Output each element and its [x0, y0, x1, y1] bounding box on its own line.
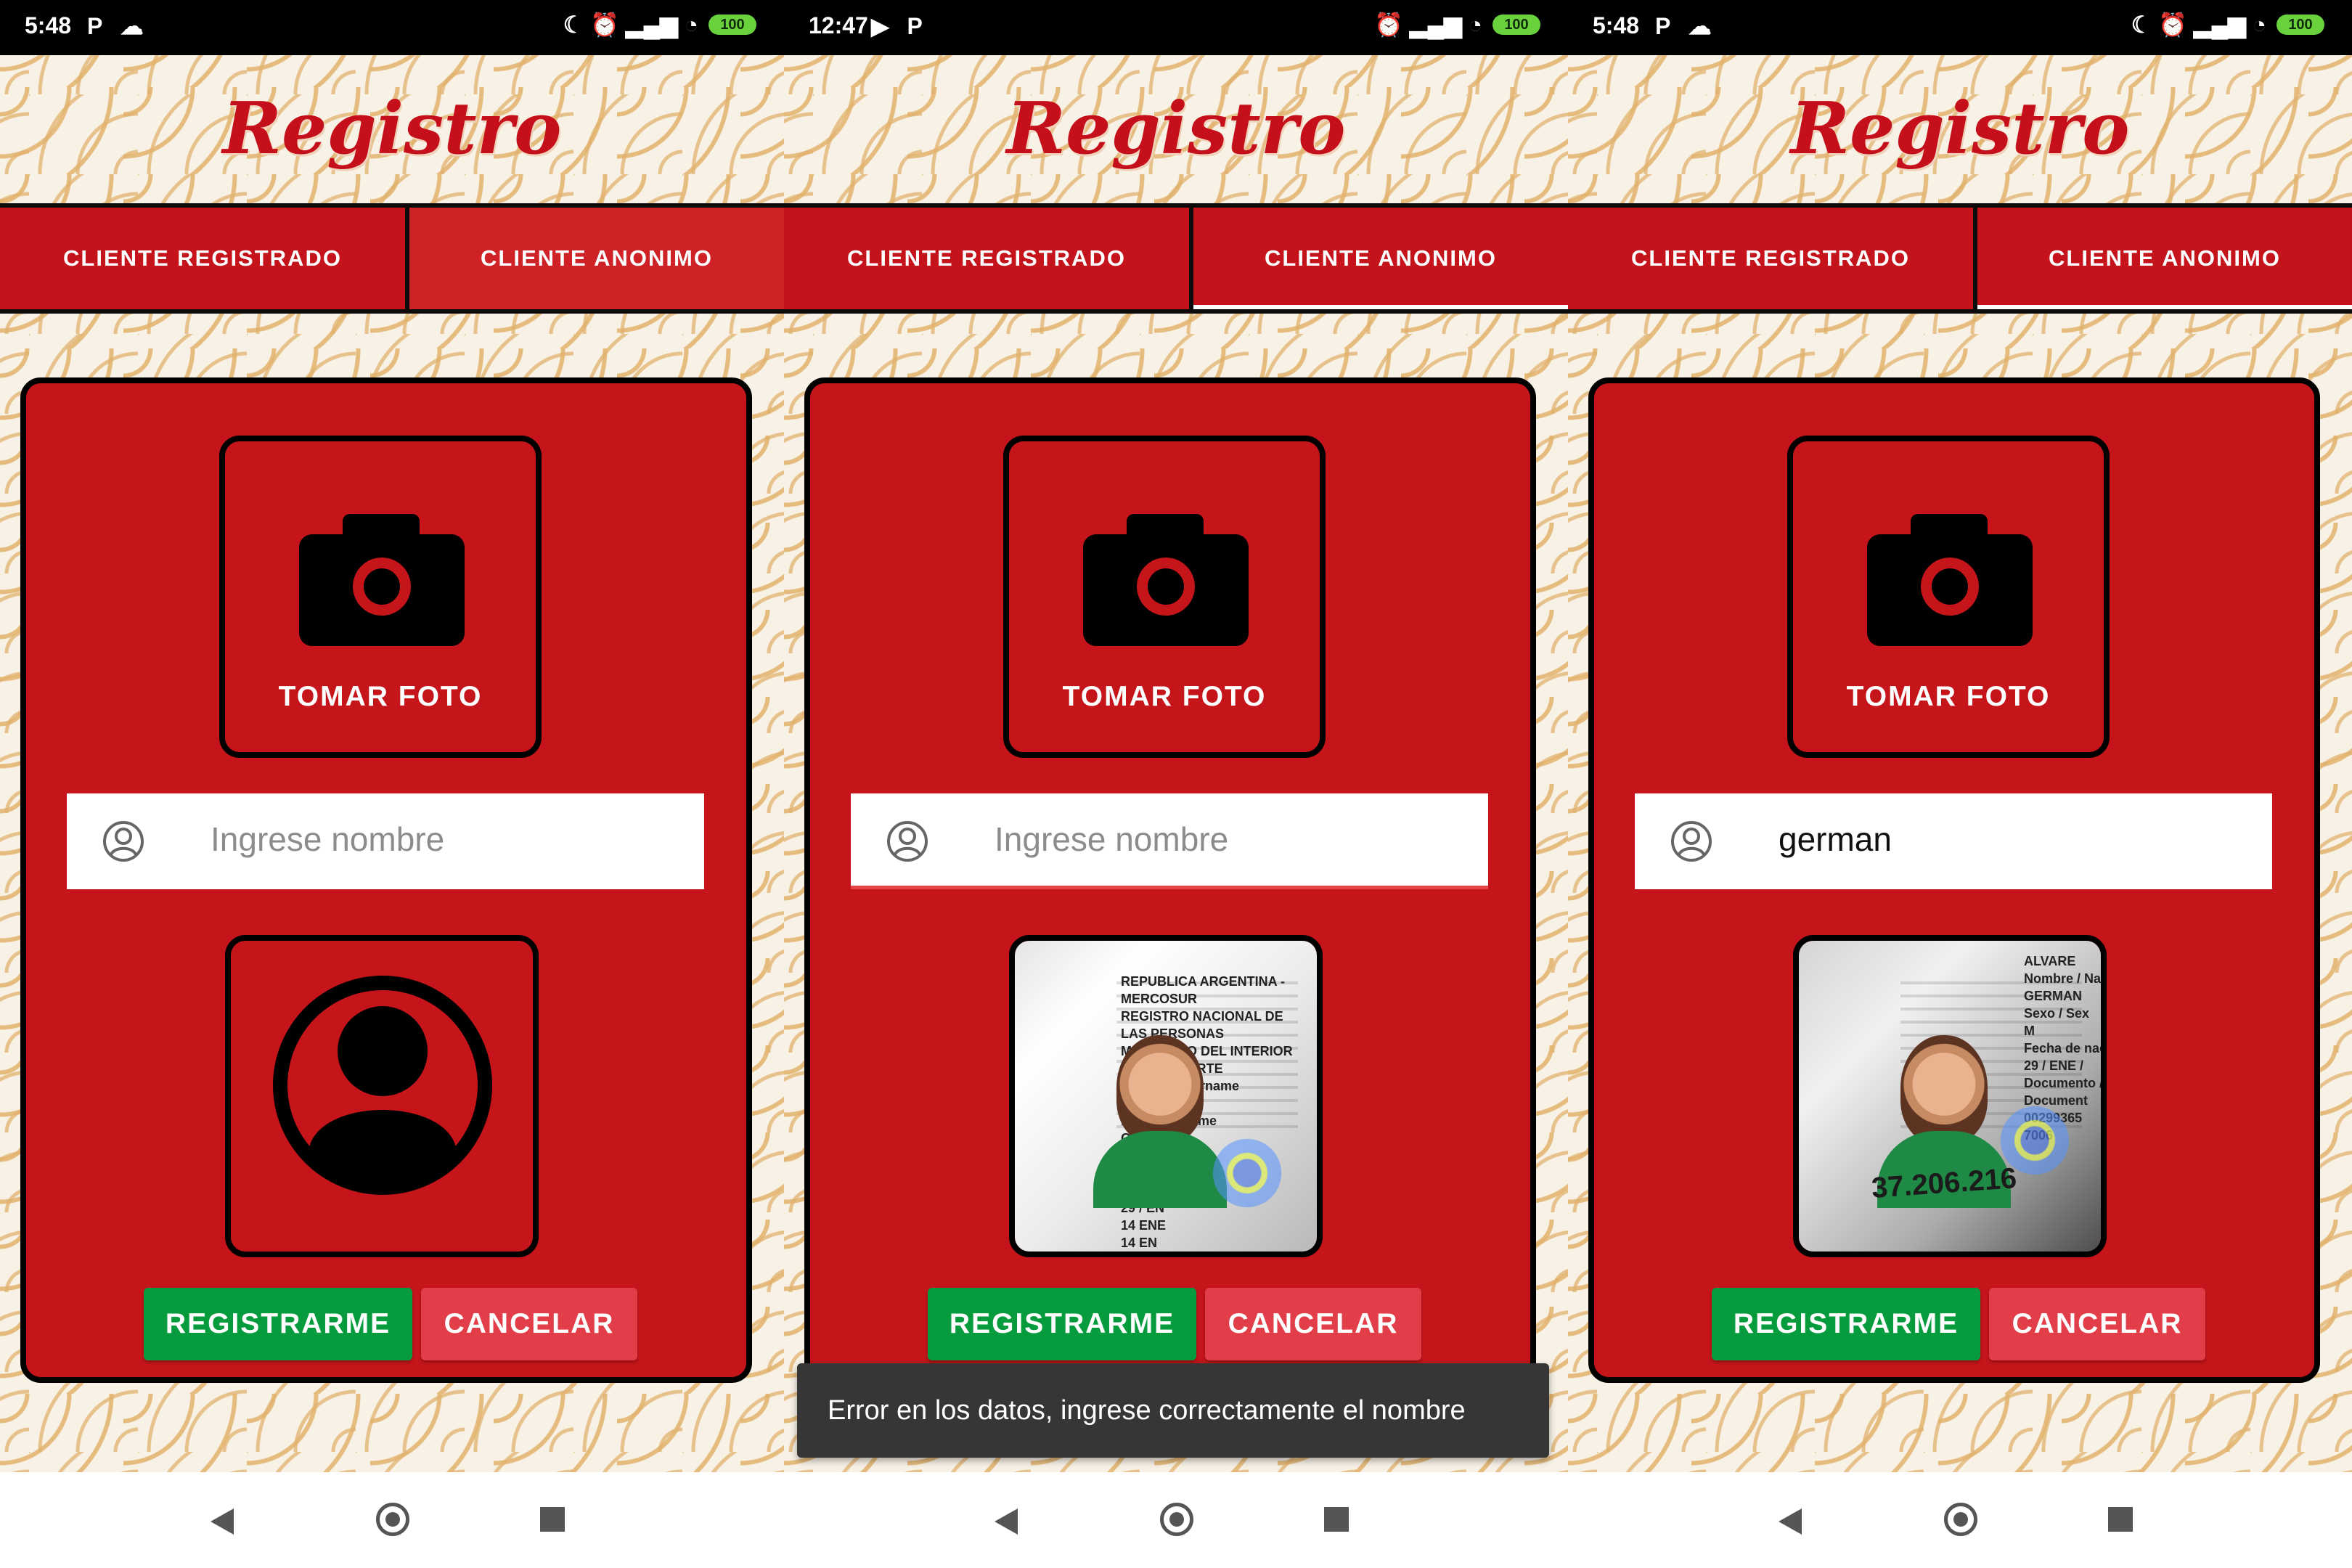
phone-screen-2: 12:47 ▶ P ⏰ ▂▄▆ ◔ 100 Registro CLIENTE R… [784, 0, 1568, 1568]
status-bar: 5:48 P ☁ ☾ ⏰ ▂▄▆ ◔ 100 [0, 0, 784, 55]
recent-apps-icon[interactable] [2108, 1507, 2133, 1532]
tab-anonymous-client[interactable]: CLIENTE ANONIMO [1193, 208, 1568, 309]
registration-card: TOMAR FOTO Ingrese nombre REPUBLICA ARGE… [804, 377, 1536, 1383]
client-tabs: CLIENTE REGISTRADO CLIENTE ANONIMO [1568, 203, 2352, 314]
person-face [1900, 1035, 1988, 1144]
status-right-icons: ☾ ⏰ ▂▄▆ ◔ 100 [2131, 11, 2324, 38]
error-toast: Error en los datos, ingrese correctament… [797, 1363, 1549, 1458]
cancel-button[interactable]: CANCELAR [1205, 1288, 1421, 1360]
id-card-photo: REPUBLICA ARGENTINA - MERCOSUR REGISTRO … [1015, 941, 1317, 1251]
home-icon[interactable] [1160, 1503, 1193, 1536]
status-left-icons: ▶ P [871, 13, 928, 39]
status-time: 12:47 [809, 12, 868, 38]
android-navigation-bar [1568, 1472, 2352, 1568]
profile-photo-frame: REPUBLICA ARGENTINA - MERCOSUR REGISTRO … [1009, 935, 1323, 1257]
camera-icon [299, 514, 465, 646]
client-tabs: CLIENTE REGISTRADO CLIENTE ANONIMO [0, 203, 784, 314]
page-title: Registro [1790, 87, 2130, 171]
status-right-icons: ☾ ⏰ ▂▄▆ ◔ 100 [563, 11, 756, 38]
status-time: 5:48 [1593, 12, 1640, 38]
cancel-button[interactable]: CANCELAR [1989, 1288, 2205, 1360]
profile-photo-frame [225, 935, 539, 1257]
tab-registered-client[interactable]: CLIENTE REGISTRADO [0, 208, 409, 309]
take-photo-label: TOMAR FOTO [278, 681, 483, 712]
user-circle-icon [1671, 821, 1712, 862]
name-input[interactable]: Ingrese nombre [851, 793, 1488, 889]
camera-icon [1083, 514, 1249, 646]
status-icons: ☾ ⏰ ▂▄▆ ◔ [2131, 12, 2266, 38]
name-placeholder: Ingrese nombre [995, 820, 1229, 858]
take-photo-button[interactable]: TOMAR FOTO [219, 436, 542, 758]
user-circle-icon [103, 821, 144, 862]
register-button[interactable]: REGISTRARME [1712, 1288, 1980, 1360]
cancel-button[interactable]: CANCELAR [421, 1288, 637, 1360]
status-bar: 5:48 P ☁ ☾ ⏰ ▂▄▆ ◔ 100 [1568, 0, 2352, 55]
profile-avatar-icon [273, 976, 492, 1195]
register-button[interactable]: REGISTRARME [144, 1288, 412, 1360]
recent-apps-icon[interactable] [540, 1507, 565, 1532]
form-actions: REGISTRARME CANCELAR [1712, 1288, 2205, 1360]
register-button[interactable]: REGISTRARME [928, 1288, 1196, 1360]
take-photo-button[interactable]: TOMAR FOTO [1787, 436, 2110, 758]
back-icon[interactable] [995, 1508, 1018, 1535]
back-icon[interactable] [1779, 1508, 1802, 1535]
android-navigation-bar [0, 1472, 784, 1568]
status-icons: ☾ ⏰ ▂▄▆ ◔ [563, 12, 698, 38]
registration-card: TOMAR FOTO Ingrese nombre REGISTRARME CA… [20, 377, 752, 1383]
status-left-icons: P ☁ [87, 13, 150, 39]
home-icon[interactable] [376, 1503, 409, 1536]
battery-icon: 100 [709, 15, 756, 35]
name-placeholder: Ingrese nombre [211, 820, 445, 858]
take-photo-label: TOMAR FOTO [1062, 681, 1267, 712]
id-card-photo: ALVARE Nombre / Nam GERMAN Sexo / Sex M … [1799, 941, 2101, 1251]
hologram-seal-icon [1204, 1130, 1291, 1217]
home-icon[interactable] [1944, 1503, 1977, 1536]
recent-apps-icon[interactable] [1324, 1507, 1349, 1532]
back-icon[interactable] [211, 1508, 234, 1535]
client-tabs: CLIENTE REGISTRADO CLIENTE ANONIMO [784, 203, 1568, 314]
name-input[interactable]: german [1635, 793, 2272, 889]
take-photo-button[interactable]: TOMAR FOTO [1003, 436, 1326, 758]
battery-icon: 100 [2277, 15, 2324, 35]
tab-registered-client[interactable]: CLIENTE REGISTRADO [1568, 208, 1977, 309]
phone-screen-3: 5:48 P ☁ ☾ ⏰ ▂▄▆ ◔ 100 Registro CLIENTE … [1568, 0, 2352, 1568]
tab-anonymous-client[interactable]: CLIENTE ANONIMO [1977, 208, 2352, 309]
form-actions: REGISTRARME CANCELAR [928, 1288, 1421, 1360]
tab-anonymous-client[interactable]: CLIENTE ANONIMO [409, 208, 784, 309]
user-circle-icon [887, 821, 928, 862]
battery-icon: 100 [1493, 15, 1540, 35]
name-input[interactable]: Ingrese nombre [67, 793, 704, 889]
status-left-icons: P ☁ [1655, 13, 1718, 39]
registration-card: TOMAR FOTO german ALVARE Nombre / Nam GE… [1588, 377, 2320, 1383]
person-face [1116, 1035, 1204, 1144]
page-title: Registro [222, 87, 562, 171]
status-time: 5:48 [25, 12, 72, 38]
name-value: german [1779, 820, 1892, 858]
phone-screen-1: 5:48 P ☁ ☾ ⏰ ▂▄▆ ◔ 100 Registro CLIENTE … [0, 0, 784, 1568]
android-navigation-bar [784, 1472, 1568, 1568]
status-right-icons: ⏰ ▂▄▆ ◔ 100 [1374, 11, 1540, 38]
tab-registered-client[interactable]: CLIENTE REGISTRADO [784, 208, 1193, 309]
status-icons: ⏰ ▂▄▆ ◔ [1374, 12, 1482, 38]
page-title: Registro [1006, 87, 1346, 171]
camera-icon [1867, 514, 2033, 646]
status-bar: 12:47 ▶ P ⏰ ▂▄▆ ◔ 100 [784, 0, 1568, 55]
form-actions: REGISTRARME CANCELAR [144, 1288, 637, 1360]
take-photo-label: TOMAR FOTO [1846, 681, 2051, 712]
profile-photo-frame: ALVARE Nombre / Nam GERMAN Sexo / Sex M … [1793, 935, 2107, 1257]
